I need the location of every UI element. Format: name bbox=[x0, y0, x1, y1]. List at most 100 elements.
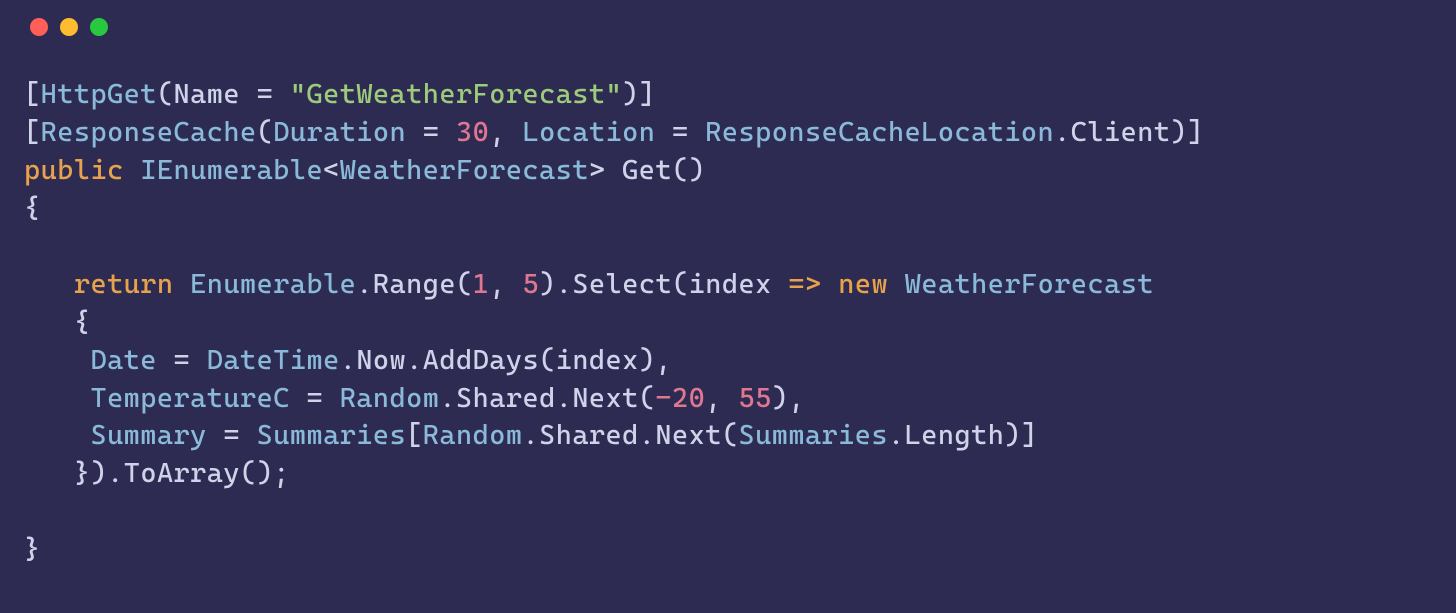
paren: ) bbox=[90, 457, 107, 489]
index: index bbox=[689, 268, 772, 300]
random: Random bbox=[340, 382, 440, 414]
eq: = bbox=[423, 116, 440, 148]
param-name: Name bbox=[174, 78, 240, 110]
paren: ( bbox=[456, 268, 473, 300]
eq: = bbox=[257, 78, 274, 110]
attr-httpget: HttpGet bbox=[41, 78, 157, 110]
select: Select bbox=[572, 268, 672, 300]
toarray: ToArray bbox=[124, 457, 240, 489]
dot: . bbox=[639, 419, 656, 451]
adddays: AddDays bbox=[423, 344, 539, 376]
num-20: 20 bbox=[672, 382, 705, 414]
zoom-dot[interactable] bbox=[90, 18, 108, 36]
minus: - bbox=[655, 382, 672, 414]
summaries: Summaries bbox=[257, 419, 407, 451]
paren: ) bbox=[1004, 419, 1021, 451]
paren: ) bbox=[622, 78, 639, 110]
next: Next bbox=[572, 382, 638, 414]
num-55: 55 bbox=[739, 382, 772, 414]
code-block: [HttpGet(Name = "GetWeatherForecast")] [… bbox=[24, 76, 1432, 569]
eq: = bbox=[174, 344, 191, 376]
index: index bbox=[556, 344, 639, 376]
param-duration: Duration bbox=[273, 116, 406, 148]
paren: ) bbox=[639, 344, 656, 376]
brace: { bbox=[74, 306, 91, 338]
close-dot[interactable] bbox=[30, 18, 48, 36]
bracket: [ bbox=[24, 78, 41, 110]
brace: { bbox=[24, 192, 41, 224]
now: Now bbox=[356, 344, 406, 376]
enumerable: Enumerable bbox=[190, 268, 356, 300]
paren: ) bbox=[689, 154, 706, 186]
bracket: ] bbox=[1021, 419, 1038, 451]
responsecachelocation: ResponseCacheLocation bbox=[705, 116, 1054, 148]
comma: , bbox=[489, 116, 506, 148]
eq: = bbox=[306, 382, 323, 414]
bracket: ] bbox=[639, 78, 656, 110]
paren: ( bbox=[639, 382, 656, 414]
comma: , bbox=[705, 382, 722, 414]
dot: . bbox=[406, 344, 423, 376]
paren: ) bbox=[772, 382, 789, 414]
eq: = bbox=[223, 419, 240, 451]
paren: ( bbox=[672, 268, 689, 300]
paren: ) bbox=[539, 268, 556, 300]
dot: . bbox=[439, 382, 456, 414]
minimize-dot[interactable] bbox=[60, 18, 78, 36]
prop-temperaturec: TemperatureC bbox=[90, 382, 289, 414]
dot: . bbox=[888, 419, 905, 451]
brace: } bbox=[24, 533, 41, 565]
paren: ) bbox=[257, 457, 274, 489]
brace: } bbox=[74, 457, 91, 489]
arrow: => bbox=[788, 268, 821, 300]
range: Range bbox=[373, 268, 456, 300]
kw-public: public bbox=[24, 154, 124, 186]
comma: , bbox=[489, 268, 506, 300]
dot: . bbox=[356, 268, 373, 300]
dot: . bbox=[556, 382, 573, 414]
dot: . bbox=[340, 344, 357, 376]
angle: > bbox=[589, 154, 606, 186]
comma: , bbox=[788, 382, 805, 414]
dot: . bbox=[556, 268, 573, 300]
bracket: [ bbox=[406, 419, 423, 451]
datetime: DateTime bbox=[207, 344, 340, 376]
bracket: ] bbox=[1187, 116, 1204, 148]
paren: ( bbox=[257, 116, 274, 148]
semicolon: ; bbox=[273, 457, 290, 489]
num-1: 1 bbox=[473, 268, 490, 300]
string-route: "GetWeatherForecast" bbox=[290, 78, 622, 110]
prop-summary: Summary bbox=[90, 419, 206, 451]
paren: ( bbox=[672, 154, 689, 186]
method-get: Get bbox=[622, 154, 672, 186]
eq: = bbox=[672, 116, 689, 148]
attr-responsecache: ResponseCache bbox=[41, 116, 257, 148]
kw-return: return bbox=[74, 268, 174, 300]
num-5: 5 bbox=[523, 268, 540, 300]
param-location: Location bbox=[523, 116, 656, 148]
kw-new: new bbox=[838, 268, 888, 300]
num-30: 30 bbox=[456, 116, 489, 148]
length: Length bbox=[905, 419, 1005, 451]
weatherforecast: WeatherForecast bbox=[905, 268, 1154, 300]
paren: ( bbox=[539, 344, 556, 376]
random: Random bbox=[423, 419, 523, 451]
angle: < bbox=[323, 154, 340, 186]
next: Next bbox=[655, 419, 721, 451]
comma: , bbox=[655, 344, 672, 376]
window-controls bbox=[30, 18, 1432, 36]
shared: Shared bbox=[539, 419, 639, 451]
paren: ) bbox=[1170, 116, 1187, 148]
type-weatherforecast: WeatherForecast bbox=[340, 154, 589, 186]
dot: . bbox=[107, 457, 124, 489]
paren: ( bbox=[722, 419, 739, 451]
prop-date: Date bbox=[90, 344, 156, 376]
code-window: [HttpGet(Name = "GetWeatherForecast")] [… bbox=[0, 0, 1456, 613]
bracket: [ bbox=[24, 116, 41, 148]
summaries: Summaries bbox=[738, 419, 888, 451]
shared: Shared bbox=[456, 382, 556, 414]
type-ienumerable: IEnumerable bbox=[140, 154, 323, 186]
paren: ( bbox=[157, 78, 174, 110]
paren: ( bbox=[240, 457, 257, 489]
client: Client bbox=[1071, 116, 1171, 148]
